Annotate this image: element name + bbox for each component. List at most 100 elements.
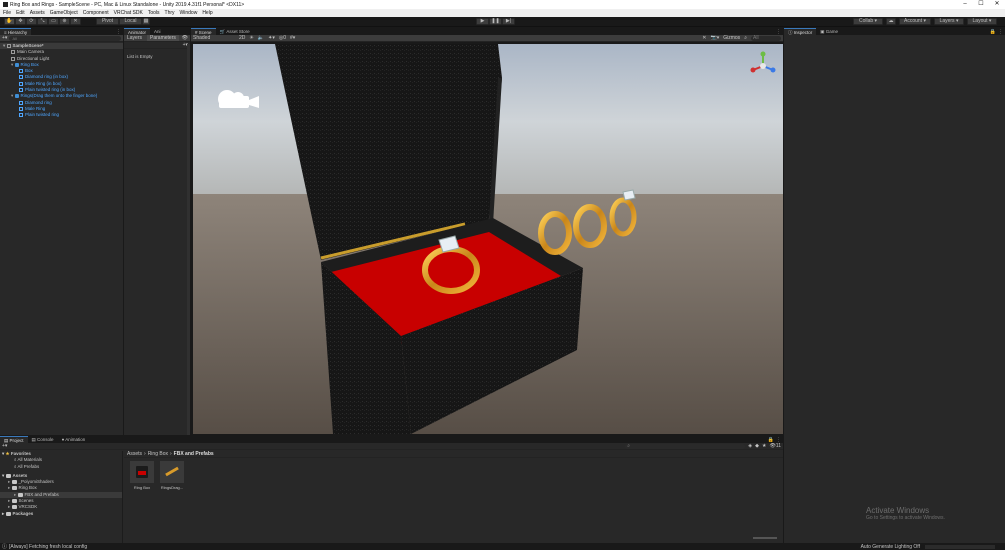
tab-hierarchy[interactable]: ≡ Hierarchy xyxy=(0,28,32,35)
hierarchy-search-input[interactable]: All xyxy=(9,35,121,41)
move-tool-button[interactable]: ✥ xyxy=(15,18,26,25)
menu-edit[interactable]: Edit xyxy=(16,10,25,16)
status-message[interactable]: [Always] Fetching fresh local config xyxy=(9,544,87,550)
menu-gameobject[interactable]: GameObject xyxy=(50,10,78,16)
progress-bar xyxy=(925,544,995,549)
auto-lighting-status[interactable]: Auto Generate Lighting Off xyxy=(861,544,920,550)
hierarchy-toolbar: +▾ All xyxy=(0,35,123,42)
expand-arrow-icon[interactable]: ▸ xyxy=(8,498,12,503)
project-tabbar: ▤ Project ▤ Console ● Animation 🔒 ⋮ xyxy=(0,436,783,443)
project-search-input[interactable]: ⌕ xyxy=(625,443,746,449)
tab-parameters[interactable]: Parameters xyxy=(147,35,179,41)
scale-tool-button[interactable]: ⤡ xyxy=(37,18,48,25)
tab-ani[interactable]: Ani xyxy=(150,28,165,35)
gameobject-icon xyxy=(11,50,15,55)
2d-toggle[interactable]: 2D xyxy=(239,35,245,41)
breadcrumb-ring-box[interactable]: Ring Box xyxy=(148,451,168,457)
asset-folder-label: Scenes xyxy=(18,498,34,504)
custom-tool-button[interactable]: ✕ xyxy=(70,18,81,25)
shading-mode-dropdown[interactable]: Shaded xyxy=(193,35,235,41)
search-by-type-icon[interactable]: ◈ xyxy=(748,443,752,449)
tab-inspector[interactable]: ⓘ Inspector xyxy=(784,28,817,35)
tab-scene[interactable]: # Scene xyxy=(191,28,216,35)
hand-tool-button[interactable]: ✋ xyxy=(4,18,15,25)
expand-arrow-icon[interactable]: ▾ xyxy=(11,62,15,67)
hierarchy-item[interactable]: Plain twisted ring xyxy=(0,112,123,118)
snap-icon[interactable]: ▦ xyxy=(142,18,150,25)
maximize-button[interactable]: ☐ xyxy=(973,0,989,9)
asset-folder-label: VRCSDK xyxy=(18,504,38,510)
pause-button[interactable]: ❚❚ xyxy=(489,18,502,25)
breadcrumb-assets[interactable]: Assets xyxy=(127,451,142,457)
menu-vrchat-sdk[interactable]: VRChat SDK xyxy=(114,10,143,16)
tab-project[interactable]: ▤ Project xyxy=(0,436,28,443)
step-button[interactable]: ▶| xyxy=(502,18,515,25)
packages-folder[interactable]: ▸ Packages xyxy=(0,511,122,517)
camera-settings-icon[interactable]: ✕ xyxy=(702,35,706,41)
transform-tool-button[interactable]: ⊕ xyxy=(59,18,70,25)
play-button[interactable]: ▶ xyxy=(476,18,489,25)
activate-windows-watermark: Activate Windows Go to Settings to activ… xyxy=(866,506,945,521)
panel-menu-icon[interactable]: ⋮ xyxy=(996,29,1005,35)
tab-layers[interactable]: Layers xyxy=(124,35,145,41)
expand-arrow-icon[interactable]: ▾ xyxy=(11,93,15,98)
folder-icon xyxy=(17,492,23,497)
menu-assets[interactable]: Assets xyxy=(30,10,45,16)
expand-arrow-icon[interactable]: ▸ xyxy=(14,492,18,497)
favorite-search-icon[interactable]: ★ xyxy=(762,443,766,449)
audio-toggle-icon[interactable]: 🔈 xyxy=(258,35,264,41)
hidden-objects-icon[interactable]: ◎0 xyxy=(279,35,286,41)
rotate-tool-button[interactable]: ⟳ xyxy=(26,18,37,25)
menu-help[interactable]: Help xyxy=(202,10,212,16)
layout-dropdown[interactable]: Layout ▾ xyxy=(967,18,997,25)
gameobject-icon xyxy=(19,113,23,118)
gameobject-icon xyxy=(11,56,15,61)
local-toggle[interactable]: Local xyxy=(119,18,142,25)
panel-menu-icon[interactable]: ⋮ xyxy=(776,29,783,35)
window-title-bar: Ring Box and Rings - SampleScene - PC, M… xyxy=(0,0,1005,9)
menu-tools[interactable]: Tools xyxy=(148,10,160,16)
search-icon[interactable]: ⌕ xyxy=(744,35,747,41)
asset-ring-box[interactable]: Ring Box xyxy=(130,461,154,490)
pivot-toggle[interactable]: Pivot xyxy=(96,18,119,25)
tab-game[interactable]: ▣ Game xyxy=(816,28,843,35)
menu-window[interactable]: Window xyxy=(180,10,198,16)
icon-size-slider[interactable] xyxy=(753,537,777,539)
asset-rings-drag[interactable]: RingsDrag... xyxy=(160,461,184,490)
grid-toggle-icon[interactable]: #▾ xyxy=(290,35,295,41)
create-button[interactable]: +▾ xyxy=(2,443,7,449)
hidden-packages-count[interactable]: 👁11 xyxy=(769,443,781,449)
gizmos-dropdown[interactable]: Gizmos xyxy=(723,35,740,41)
close-button[interactable]: ✕ xyxy=(989,0,1005,9)
rect-tool-button[interactable]: ▭ xyxy=(48,18,59,25)
breadcrumb-fbx-and-prefabs[interactable]: FBX and Prefabs xyxy=(174,451,214,457)
add-button[interactable]: +▾ xyxy=(2,35,7,41)
lighting-toggle-icon[interactable]: ☀ xyxy=(249,35,253,41)
menu-thry[interactable]: Thry xyxy=(165,10,175,16)
tab-animation[interactable]: ● Animation xyxy=(57,436,90,443)
minimize-button[interactable]: – xyxy=(957,0,973,9)
scene-viewport[interactable] xyxy=(193,44,783,434)
expand-arrow-icon[interactable]: ▸ xyxy=(8,485,12,490)
tab-animator[interactable]: Animator xyxy=(124,28,151,35)
account-dropdown[interactable]: Account ▾ xyxy=(899,18,931,25)
scene-search-input[interactable]: All xyxy=(751,35,781,41)
tab-console[interactable]: ▤ Console xyxy=(27,436,58,443)
menu-file[interactable]: File xyxy=(3,10,11,16)
expand-arrow-icon[interactable]: ▸ xyxy=(8,504,12,509)
effects-toggle-icon[interactable]: ✦▾ xyxy=(268,35,275,41)
window-controls: – ☐ ✕ xyxy=(957,0,1005,9)
expand-arrow-icon[interactable]: ▸ xyxy=(8,479,12,484)
menu-component[interactable]: Component xyxy=(83,10,109,16)
prefab-icon xyxy=(14,62,19,67)
cloud-icon[interactable]: ☁ xyxy=(886,18,896,25)
panel-menu-icon[interactable]: ⋮ xyxy=(116,29,123,35)
layers-dropdown[interactable]: Layers ▾ xyxy=(934,18,964,25)
search-by-label-icon[interactable]: ◆ xyxy=(755,443,759,449)
collab-dropdown[interactable]: Collab ▾ xyxy=(853,18,883,25)
tab-asset-store[interactable]: 🛒 Asset Store xyxy=(215,28,254,35)
camera-icon[interactable]: 📷▾ xyxy=(710,35,719,41)
animator-scrollbar[interactable] xyxy=(187,44,190,435)
watermark-subtitle: Go to Settings to activate Windows. xyxy=(866,515,945,521)
eye-icon[interactable]: 👁 xyxy=(182,35,190,41)
